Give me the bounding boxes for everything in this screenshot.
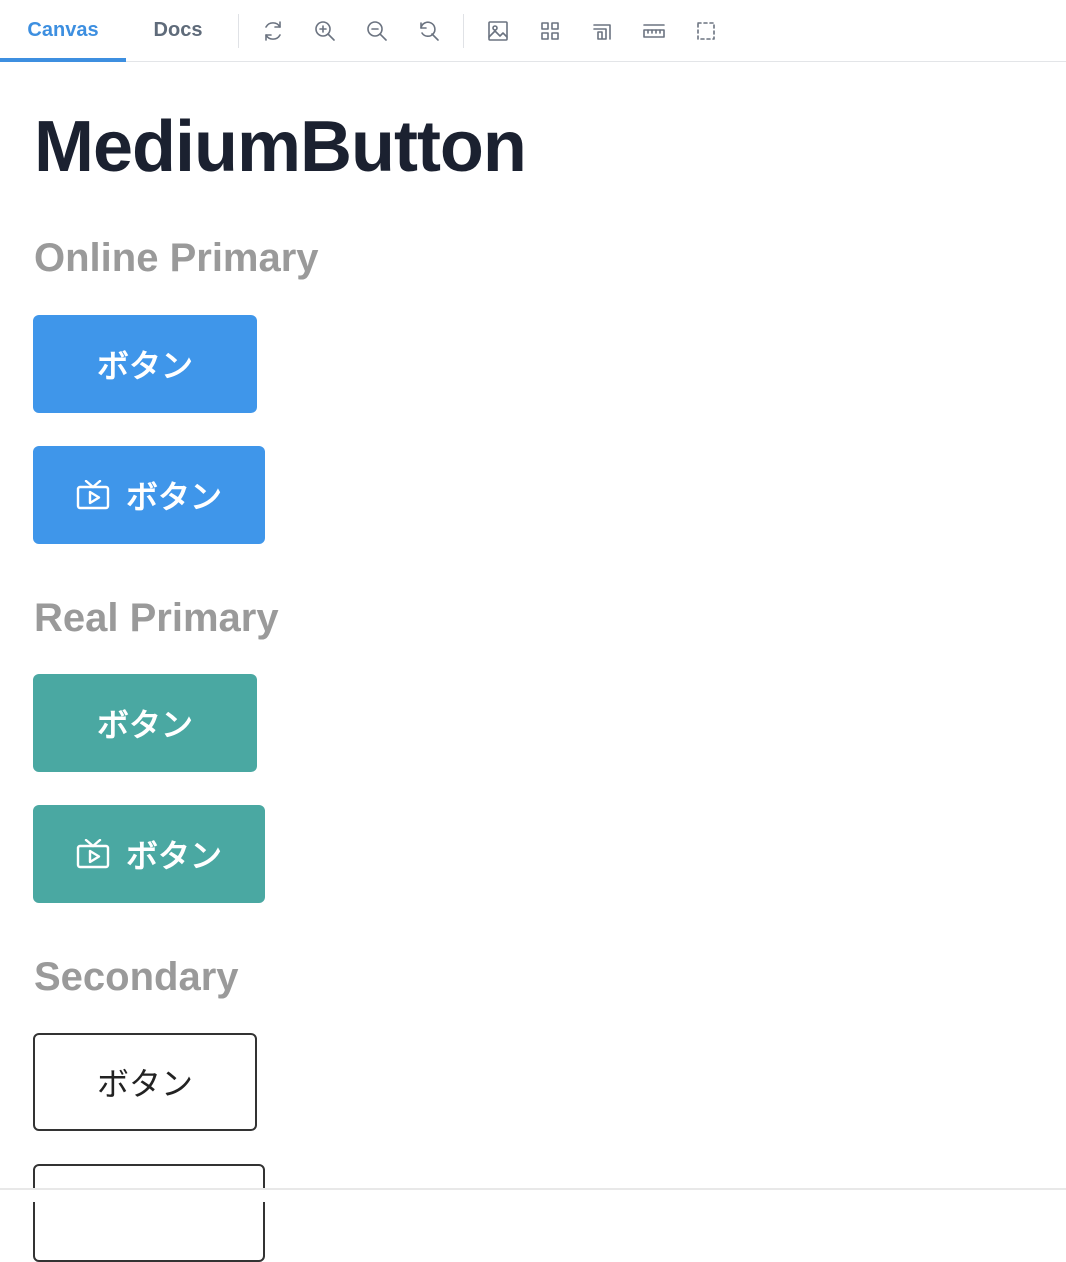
storybook-toolbar: Canvas Docs — [0, 0, 1066, 62]
tv-play-icon — [76, 480, 110, 510]
outline-icon — [697, 21, 715, 40]
section-title-online-primary: Online Primary — [34, 236, 319, 280]
background-button[interactable] — [472, 0, 524, 62]
reset-zoom-icon — [420, 20, 439, 41]
page-title: MediumButton — [34, 107, 527, 187]
online-primary-button[interactable]: ボタン — [33, 315, 257, 413]
button-label: ボタン — [125, 838, 222, 874]
real-primary-button[interactable]: ボタン — [33, 674, 257, 772]
ruler-button[interactable] — [628, 0, 680, 62]
toolbar-divider — [238, 13, 239, 48]
tv-play-icon — [76, 839, 110, 869]
zoom-in-icon — [315, 20, 335, 41]
viewport-button[interactable] — [576, 0, 628, 62]
refresh-icon — [265, 20, 281, 41]
outline-button[interactable] — [680, 0, 732, 62]
button-label: ボタン — [96, 707, 193, 743]
background-icon — [488, 20, 508, 41]
ruler-icon — [643, 23, 665, 38]
reset-zoom-button[interactable] — [403, 0, 455, 62]
tab-docs[interactable]: Docs — [126, 0, 230, 62]
viewport-icon — [593, 23, 611, 40]
toolbar-divider — [463, 13, 464, 48]
zoom-in-button[interactable] — [299, 0, 351, 62]
button-label: ボタン — [96, 1066, 193, 1102]
section-title-secondary: Secondary — [34, 955, 239, 999]
section-title-real-primary: Real Primary — [34, 596, 279, 640]
grid-button[interactable] — [524, 0, 576, 62]
zoom-out-icon — [367, 20, 387, 41]
button-label: ボタン — [96, 348, 193, 384]
tab-canvas[interactable]: Canvas — [0, 0, 126, 62]
online-primary-icon-button[interactable]: ボタン — [33, 446, 265, 544]
button-label: ボタン — [125, 479, 222, 515]
zoom-out-button[interactable] — [351, 0, 403, 62]
secondary-icon-button[interactable] — [33, 1164, 265, 1262]
secondary-button[interactable]: ボタン — [33, 1033, 257, 1131]
grid-icon — [541, 21, 559, 40]
real-primary-icon-button[interactable]: ボタン — [33, 805, 265, 903]
refresh-button[interactable] — [247, 0, 299, 62]
